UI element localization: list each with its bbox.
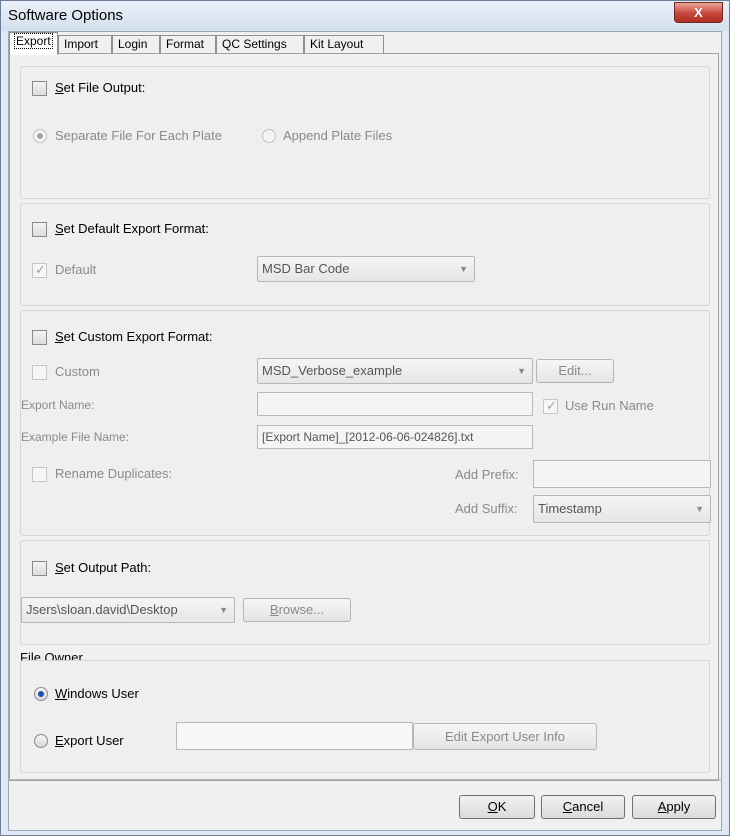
add-prefix-label: Add Prefix: xyxy=(455,467,519,482)
rename-duplicates-checkbox[interactable] xyxy=(32,467,47,482)
export-user-radio[interactable] xyxy=(34,734,48,748)
output-path-group: Set Output Path: Jsers\sloan.david\Deskt… xyxy=(20,540,710,645)
example-file-name-value: [Export Name]_[2012-06-06-024826].txt xyxy=(257,425,533,449)
append-plate-files-label: Append Plate Files xyxy=(283,128,393,143)
use-run-name-label: Use Run Name xyxy=(565,398,654,413)
export-user-label: Export User xyxy=(55,733,124,748)
cancel-button[interactable]: Cancel xyxy=(541,795,625,819)
tab-export[interactable]: Export xyxy=(9,32,58,55)
file-output-group: Set File Output: Separate File For Each … xyxy=(20,66,710,199)
example-file-name-label: Example File Name: xyxy=(21,430,130,444)
set-output-path-label: Set Output Path: xyxy=(55,560,152,575)
default-label: Default xyxy=(55,262,97,277)
custom-export-format-group: Set Custom Export Format: Custom MSD_Ver… xyxy=(20,310,711,536)
chevron-down-icon: ▼ xyxy=(517,366,526,376)
tab-login[interactable]: Login xyxy=(112,35,160,54)
footer-divider xyxy=(8,779,722,780)
separate-file-label: Separate File For Each Plate xyxy=(55,128,222,143)
windows-user-label: Windows User xyxy=(55,686,139,701)
add-prefix-input[interactable] xyxy=(533,460,711,488)
tab-kit-layout[interactable]: Kit Layout xyxy=(304,35,384,54)
chevron-down-icon: ▼ xyxy=(459,264,468,274)
windows-user-radio[interactable] xyxy=(34,687,48,701)
custom-label: Custom xyxy=(55,364,100,379)
set-file-output-label: Set File Output: xyxy=(55,80,146,95)
add-suffix-dropdown[interactable]: Timestamp ▼ xyxy=(533,495,711,523)
edit-export-user-info-button[interactable]: Edit Export User Info xyxy=(413,723,597,750)
ok-button[interactable]: OK xyxy=(459,795,535,819)
default-export-format-group: Set Default Export Format: ✓ Default MSD… xyxy=(20,203,710,306)
export-name-input[interactable] xyxy=(257,392,533,416)
set-default-export-format-checkbox[interactable] xyxy=(32,222,47,237)
tab-format[interactable]: Format xyxy=(160,35,216,54)
set-custom-export-format-label: Set Custom Export Format: xyxy=(55,329,213,344)
append-plate-files-radio[interactable] xyxy=(262,129,276,143)
close-icon: X xyxy=(694,5,703,20)
set-default-export-format-label: Set Default Export Format: xyxy=(55,221,209,236)
window-title: Software Options xyxy=(8,7,124,24)
separate-file-radio[interactable] xyxy=(33,129,47,143)
default-format-dropdown[interactable]: MSD Bar Code ▼ xyxy=(257,256,475,282)
apply-button[interactable]: Apply xyxy=(632,795,716,819)
add-suffix-label: Add Suffix: xyxy=(455,501,518,516)
rename-duplicates-label: Rename Duplicates: xyxy=(55,466,173,481)
set-file-output-checkbox[interactable] xyxy=(32,81,47,96)
export-tab-panel: Set File Output: Separate File For Each … xyxy=(9,53,719,781)
tab-import[interactable]: Import xyxy=(58,35,112,54)
set-custom-export-format-checkbox[interactable] xyxy=(32,330,47,345)
file-owner-group: Windows User Export User Edit Export Use… xyxy=(20,660,710,773)
export-user-input[interactable] xyxy=(176,722,413,750)
set-output-path-checkbox[interactable] xyxy=(32,561,47,576)
browse-button[interactable]: Browse... xyxy=(243,598,351,622)
use-run-name-checkbox[interactable]: ✓ xyxy=(543,398,558,414)
edit-button[interactable]: Edit... xyxy=(536,359,614,383)
tab-qc-settings[interactable]: QC Settings xyxy=(216,35,304,54)
chevron-down-icon: ▼ xyxy=(219,605,228,615)
output-path-dropdown[interactable]: Jsers\sloan.david\Desktop ▼ xyxy=(21,597,235,623)
export-name-label: Export Name: xyxy=(21,398,95,412)
chevron-down-icon: ▼ xyxy=(695,504,704,514)
custom-checkbox[interactable] xyxy=(32,365,47,380)
custom-format-dropdown[interactable]: MSD_Verbose_example ▼ xyxy=(257,358,533,384)
default-checkbox[interactable]: ✓ xyxy=(32,262,47,278)
title-bar[interactable]: Software Options X xyxy=(1,1,729,31)
close-button[interactable]: X xyxy=(674,2,723,23)
